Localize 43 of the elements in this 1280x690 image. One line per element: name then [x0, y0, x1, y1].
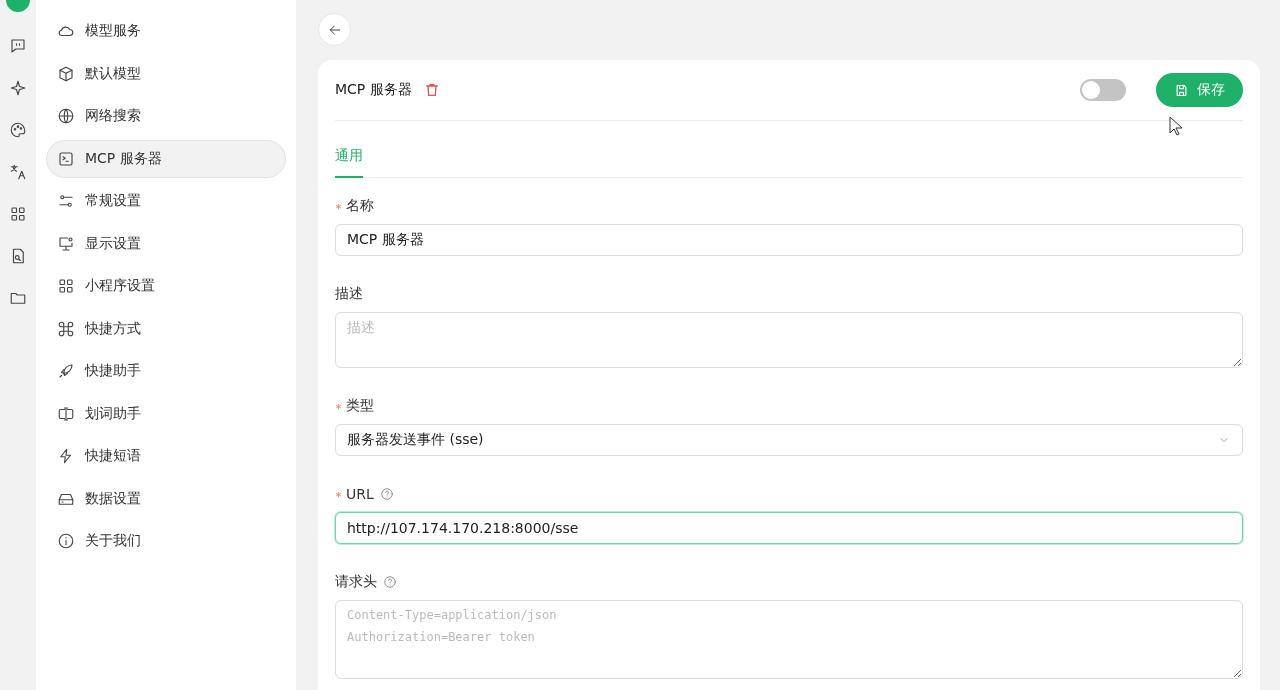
- sidebar-item[interactable]: 快捷短语: [46, 437, 286, 475]
- field-label: 请求头: [335, 573, 377, 591]
- sliders-icon: [57, 192, 75, 210]
- terminal-icon: [57, 149, 75, 168]
- back-button[interactable]: [318, 13, 351, 46]
- sidebar-item[interactable]: 默认模型: [46, 54, 286, 93]
- monitor-icon: [57, 234, 75, 253]
- sidebar-item[interactable]: 模型服务: [46, 12, 286, 50]
- field-label: 描述: [335, 285, 363, 303]
- field-label: URL: [346, 486, 374, 502]
- delete-icon[interactable]: [423, 82, 440, 98]
- palette-icon: [9, 121, 27, 139]
- sidebar-item[interactable]: 显示设置: [46, 224, 286, 263]
- sidebar-item[interactable]: 划词助手: [46, 394, 286, 433]
- sidebar-item[interactable]: 快捷方式: [46, 309, 286, 348]
- grid-icon: [57, 277, 75, 295]
- rocket-icon: [57, 362, 75, 380]
- cube-icon: [57, 64, 75, 83]
- sidebar-item[interactable]: 数据设置: [46, 479, 286, 518]
- text-area[interactable]: 描述: [335, 312, 1243, 368]
- sidebar-item[interactable]: 快捷助手: [46, 352, 286, 390]
- toggle-switch[interactable]: [1080, 79, 1126, 101]
- text-cursor-icon: [57, 404, 75, 423]
- field-label: 名称: [346, 197, 374, 215]
- sidebar-item[interactable]: 关于我们: [46, 522, 286, 560]
- mouse-pointer-icon: [1168, 116, 1184, 136]
- sidebar-item[interactable]: MCP 服务器: [46, 139, 286, 178]
- sidebar-item[interactable]: 小程序设置: [46, 267, 286, 305]
- dropdown[interactable]: 服务器发送事件 (sse): [335, 424, 1243, 456]
- globe-icon: [57, 107, 75, 125]
- input-field[interactable]: MCP 服务器: [335, 224, 1243, 256]
- sidebar-item[interactable]: 常规设置: [46, 182, 286, 220]
- info-icon: [57, 532, 75, 550]
- input-field[interactable]: http://107.174.170.218:8000/sse: [335, 512, 1243, 544]
- chat-icon: [9, 37, 27, 55]
- server-title: MCP 服务器: [335, 81, 412, 99]
- command-icon: [57, 319, 75, 338]
- grid-icon: [9, 205, 27, 223]
- text-area[interactable]: Content-Type=application/json Authorization=Bearer token: [335, 600, 1243, 679]
- sidebar-item[interactable]: 网络搜索: [46, 97, 286, 135]
- sparkle-icon: [9, 79, 27, 97]
- field-label: 类型: [346, 397, 374, 415]
- translate-icon: [9, 163, 27, 181]
